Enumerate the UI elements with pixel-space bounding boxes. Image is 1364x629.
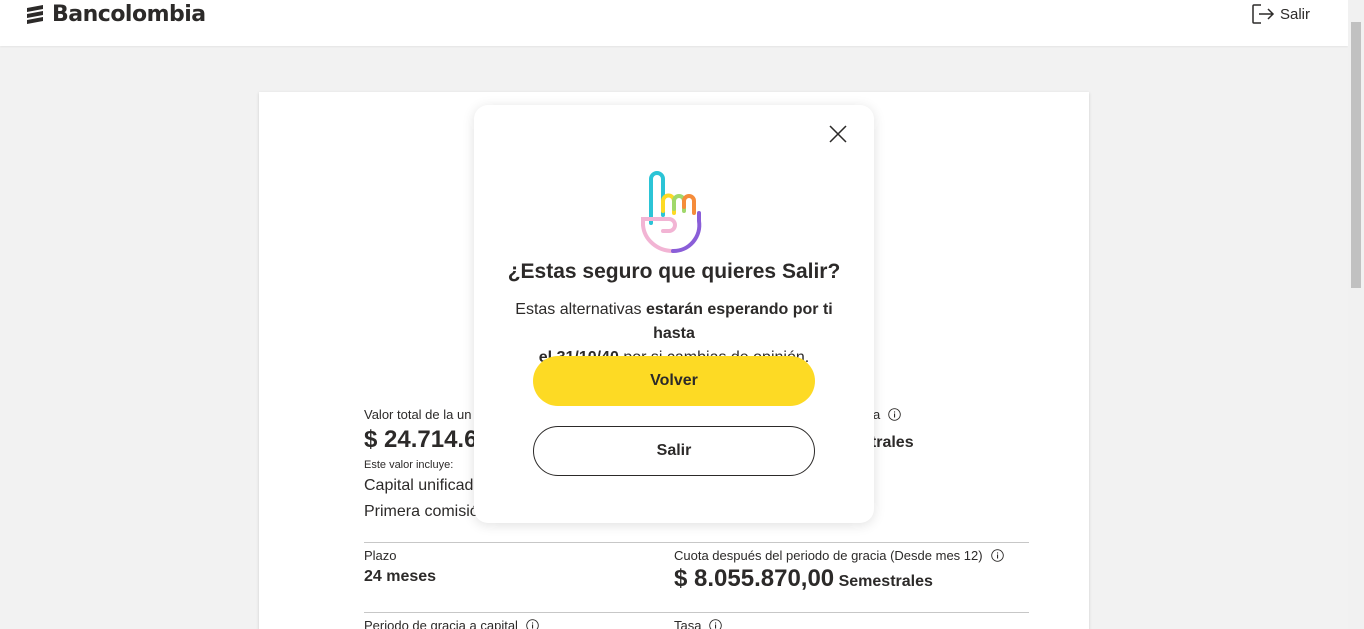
grace-field: Periodo de gracia a capital — [364, 618, 539, 629]
grace-label-row: Periodo de gracia a capital — [364, 618, 539, 629]
right-top-label-row: a — [873, 407, 901, 422]
exit-door-icon — [1252, 4, 1275, 24]
header-logout-label: Salir — [1280, 5, 1311, 23]
total-value-label: Valor total de la un — [364, 407, 472, 422]
includes-item-capital: Capital unificad — [364, 477, 474, 494]
term-value: 24 meses — [364, 568, 437, 585]
includes-item-commission-wrap: Primera comisió — [364, 503, 479, 521]
info-icon[interactable] — [526, 619, 539, 629]
includes-item-capital-wrap: Capital unificad — [364, 477, 473, 495]
term-label: Plazo — [364, 548, 397, 563]
rate-label-row: Tasa — [674, 618, 723, 629]
header-logout-button[interactable]: Salir — [1251, 3, 1310, 25]
rate-label: Tasa — [674, 618, 702, 629]
top-navbar: Bancolombia Salir — [0, 0, 1348, 46]
quota-value-wrap: $ 8.055.870,00 Semestrales — [674, 565, 933, 593]
info-icon[interactable] — [990, 549, 1004, 562]
total-value-amount-wrap: $ 24.714.6 — [364, 426, 477, 454]
brand-logo[interactable]: Bancolombia — [24, 0, 206, 28]
scrollbar-thumb[interactable] — [1351, 22, 1361, 288]
quota-field: Cuota después del periodo de gracia (Des… — [674, 548, 1004, 563]
term-field: Plazo — [364, 548, 397, 563]
includes-note-wrap: Este valor incluye: — [364, 459, 453, 471]
modal-body-bold-1: estarán esperando por ti hasta — [646, 301, 833, 342]
bancolombia-logo-icon — [27, 5, 43, 24]
right-top-field: a — [873, 407, 901, 422]
grace-label: Periodo de gracia a capital — [364, 618, 518, 629]
right-top-label: a — [873, 407, 881, 422]
close-icon[interactable] — [826, 122, 850, 146]
hand-pointing-up-icon — [641, 171, 702, 254]
confirm-logout-button[interactable]: Salir — [533, 426, 815, 476]
back-button[interactable]: Volver — [533, 356, 815, 406]
modal-title: ¿Estas seguro que quieres Salir? — [507, 260, 841, 283]
info-icon[interactable] — [888, 408, 901, 421]
brand-name: Bancolombia — [52, 1, 206, 27]
divider — [364, 542, 1029, 543]
modal-body-prefix: Estas alternativas — [515, 301, 642, 318]
includes-note: Este valor incluye: — [364, 459, 454, 471]
total-value-amount: $ 24.714.6 — [364, 426, 478, 453]
divider — [364, 612, 1029, 613]
logout-confirm-modal: ¿Estas seguro que quieres Salir? Estas a… — [474, 105, 874, 523]
term-value-wrap: 24 meses — [364, 568, 436, 586]
quota-label-row: Cuota después del periodo de gracia (Des… — [674, 548, 1004, 563]
includes-item-commission: Primera comisió — [364, 503, 479, 520]
quota-value: $ 8.055.870,00 — [674, 565, 835, 592]
quota-label: Cuota después del periodo de gracia (Des… — [674, 548, 983, 563]
page-scrollbar[interactable] — [1348, 0, 1364, 629]
rate-field: Tasa — [674, 618, 723, 629]
quota-unit: Semestrales — [838, 573, 933, 590]
total-value-field: Valor total de la un — [364, 407, 471, 422]
info-icon[interactable] — [709, 619, 723, 629]
